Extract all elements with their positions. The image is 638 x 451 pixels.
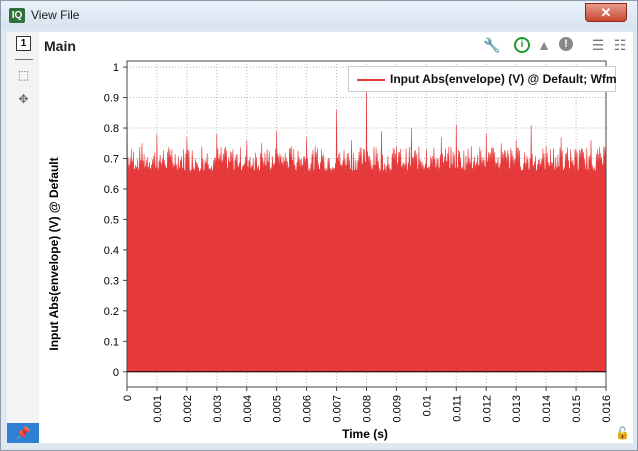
y-tick-label: 1 [113,62,119,74]
window-title: View File [31,8,80,22]
chart-panel: Main 🔧 i ▲ ! ☰ ☷ 0 0.1 0.2 0.3 0.4 0.5 0.6 0.7 0… [39,32,633,443]
legend[interactable]: Input Abs(envelope) (V) @ Default; Wfm [348,66,617,92]
toolstrip-divider [15,59,33,60]
legend-entry: Input Abs(envelope) (V) @ Default; Wfm [390,72,617,86]
left-toolstrip: 1 ⬚ ✥ 📌 [7,32,39,443]
y-tick-label: 0.1 [104,336,119,348]
x-axis-label: Time (s) [342,427,388,441]
unlock-icon[interactable]: 🔓 [615,426,630,440]
y-tick-label: 0.4 [104,245,119,257]
x-tick-label: 0.005 [272,395,284,423]
close-icon: ✕ [600,5,612,20]
x-tick-label: 0.008 [362,395,374,423]
title-bar[interactable]: IQ View File ✕ [1,1,637,29]
close-button[interactable]: ✕ [585,3,627,22]
x-tick-label: 0.016 [601,395,613,423]
x-tick-label: 0.011 [451,395,463,422]
x-tick-label: 0.006 [302,395,314,423]
legend-swatch [357,79,385,81]
y-axis-label: Input Abs(envelope) (V) @ Default [47,157,61,351]
page-number-button[interactable]: 1 [16,36,31,51]
x-tick-label: 0.007 [332,395,344,423]
y-tick-label: 0.2 [104,306,119,318]
x-tick-label: 0.003 [212,395,224,423]
x-tick-label: 0.013 [511,395,523,423]
x-tick-label: 0.001 [152,395,164,423]
y-tick-label: 0.9 [104,93,119,105]
select-region-icon[interactable]: ⬚ [16,68,31,83]
series-envelope [126,85,607,373]
x-tick-label: 0.015 [571,395,583,423]
y-tick-label: 0.8 [104,123,119,135]
app-logo-icon: IQ [9,8,25,23]
pan-move-icon[interactable]: ✥ [16,92,31,107]
y-tick-label: 0.7 [104,153,119,165]
pin-icon[interactable]: 📌 [7,423,39,443]
x-tick-label: 0.002 [182,395,194,423]
data-area [126,85,607,373]
view-file-window: IQ View File ✕ 1 ⬚ ✥ 📌 Main 🔧 i ▲ ! ☰ ☷ … [0,0,638,451]
y-tick-label: 0.6 [104,184,119,196]
y-tick-label: 0 [113,367,119,379]
x-tick-label: 0.004 [242,395,254,423]
y-tick-labels: 0 0.1 0.2 0.3 0.4 0.5 0.6 0.7 0.8 0.9 1 [104,62,127,379]
x-tick-label: 0.014 [541,395,553,423]
y-tick-label: 0.5 [104,214,119,226]
chart-svg[interactable]: 0 0.1 0.2 0.3 0.4 0.5 0.6 0.7 0.8 0.9 1 0 0.001 0.00… [39,32,633,443]
x-tick-label: 0.012 [481,395,493,423]
x-tick-label: 0.01 [421,395,433,416]
x-tick-label: 0 [122,395,134,401]
x-tick-label: 0.009 [391,395,403,423]
x-tick-labels: 0 0.001 0.002 0.003 0.004 0.005 0.006 0.007 0.00… [122,387,613,423]
y-tick-label: 0.3 [104,275,119,287]
